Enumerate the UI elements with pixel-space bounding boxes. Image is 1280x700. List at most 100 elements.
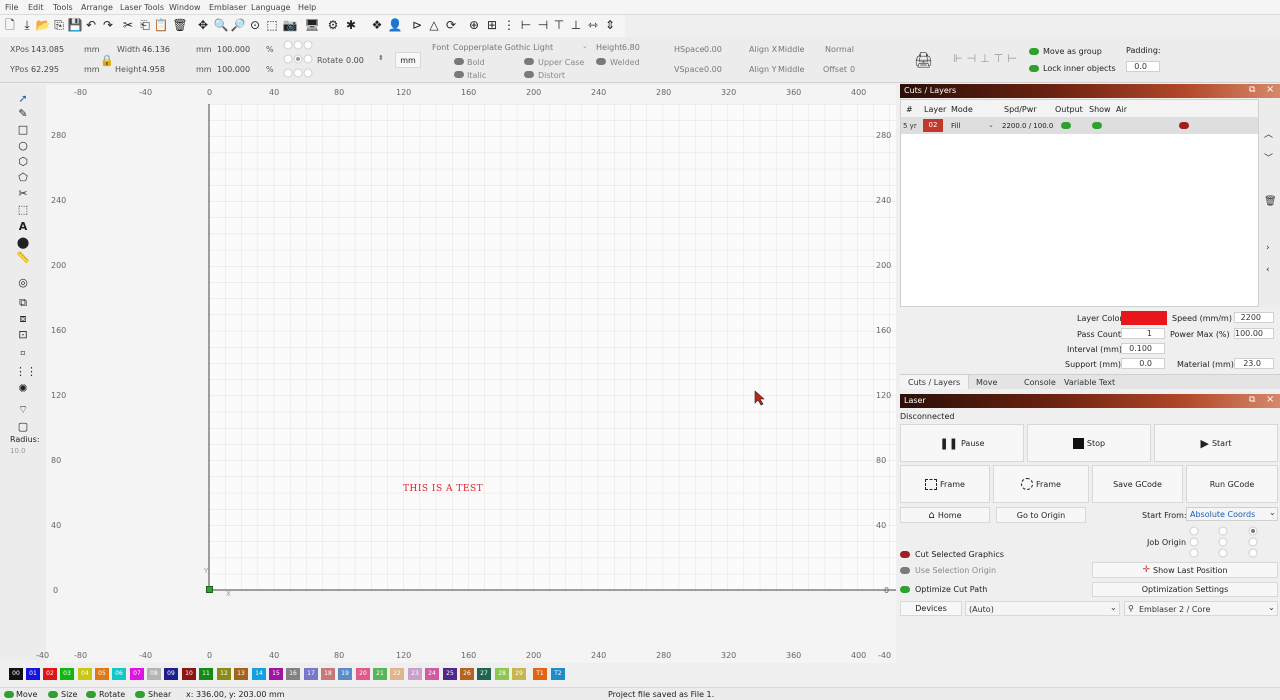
distribute-icon[interactable]: ⋮ xyxy=(501,17,517,33)
upper-case-toggle[interactable] xyxy=(524,58,534,65)
palette-swatch-13[interactable]: 13 xyxy=(234,668,248,680)
palette-swatch-08[interactable]: 08 xyxy=(147,668,161,680)
stop-button[interactable]: Stop xyxy=(1027,424,1151,462)
palette-swatch-18[interactable]: 18 xyxy=(321,668,335,680)
weld-icon[interactable]: ▫ xyxy=(15,346,31,360)
status-shear-toggle[interactable] xyxy=(135,691,145,698)
device-select[interactable]: ⚲ Emblaser 2 / Core ⌄ xyxy=(1124,601,1278,616)
table-row[interactable]: 5 yr 02 Fill ⌄ 2200.0 / 100.0 xyxy=(901,118,1258,134)
scale-width-field[interactable]: 100.000 xyxy=(217,45,250,54)
palette-swatch-15[interactable]: 15 xyxy=(269,668,283,680)
text-mode-select[interactable]: Normal xyxy=(825,45,854,54)
palette-swatch-28[interactable]: 28 xyxy=(495,668,509,680)
position-pin-icon[interactable]: ⬤ xyxy=(15,236,31,250)
interval-field[interactable]: 0.100 xyxy=(1121,343,1165,354)
float-icon[interactable]: ⧉ xyxy=(1249,85,1255,95)
canvas-text-object[interactable]: THIS IS A TEST xyxy=(403,484,483,494)
italic-toggle[interactable] xyxy=(454,71,464,78)
run-gcode-button[interactable]: Run GCode xyxy=(1186,465,1278,503)
offset-shape-icon[interactable]: ◎ xyxy=(15,276,31,290)
row-mode-chevron-down-icon[interactable]: ⌄ xyxy=(988,121,994,129)
xpos-field[interactable]: 143.085 xyxy=(31,45,64,54)
palette-swatch-06[interactable]: 06 xyxy=(112,668,126,680)
material-field[interactable]: 23.0 xyxy=(1234,358,1274,369)
measure-icon[interactable]: 📏 xyxy=(15,251,31,265)
laser-close-icon[interactable]: × xyxy=(1266,394,1274,405)
palette-swatch-00[interactable]: 00 xyxy=(9,668,23,680)
distort-toggle[interactable] xyxy=(524,71,534,78)
rectangle-icon[interactable]: □ xyxy=(15,123,31,137)
crop-icon[interactable]: ⬚ xyxy=(15,203,31,217)
row-mode-select[interactable]: Fill xyxy=(951,122,960,130)
menu-edit[interactable]: Edit xyxy=(28,3,44,12)
expand-right-icon[interactable]: › xyxy=(1266,243,1270,253)
camera-icon[interactable]: 📷 xyxy=(282,17,298,33)
palette-swatch-19[interactable]: 19 xyxy=(338,668,352,680)
palette-swatch-02[interactable]: 02 xyxy=(43,668,57,680)
palette-swatch-22[interactable]: 22 xyxy=(390,668,404,680)
save-icon[interactable]: 💾 xyxy=(67,17,83,33)
menu-file[interactable]: File xyxy=(5,3,18,12)
use-selection-origin-toggle[interactable] xyxy=(900,567,910,574)
redo-icon[interactable]: ↷ xyxy=(100,17,116,33)
palette-swatch-03[interactable]: 03 xyxy=(60,668,74,680)
frame-circle-button[interactable]: Frame xyxy=(993,465,1089,503)
rotate-icon[interactable]: ⟳ xyxy=(443,17,459,33)
align-left-icon[interactable]: ⊢ xyxy=(518,17,534,33)
start-from-select[interactable]: Absolute Coords ⌄ xyxy=(1186,507,1278,521)
optimize-cut-toggle[interactable] xyxy=(900,586,910,593)
ellipse-icon[interactable]: ○ xyxy=(15,139,31,153)
palette-swatch-16[interactable]: 16 xyxy=(286,668,300,680)
row-output-toggle[interactable] xyxy=(1061,122,1071,129)
palette-swatch-10[interactable]: 10 xyxy=(182,668,196,680)
palette-swatch-12[interactable]: 12 xyxy=(217,668,231,680)
scale-height-field[interactable]: 100.000 xyxy=(217,65,250,74)
boolean-union-icon[interactable]: ⧉ xyxy=(15,296,31,310)
settings-icon[interactable]: ⚙ xyxy=(325,17,341,33)
palette-swatch-t1[interactable]: T1 xyxy=(533,668,547,680)
delete-icon[interactable]: 🗑 xyxy=(172,17,188,33)
status-size-toggle[interactable] xyxy=(48,691,58,698)
same-height-icon[interactable]: ⇕ xyxy=(602,17,618,33)
offset-field[interactable]: 0 xyxy=(850,65,855,74)
devices-button[interactable]: Devices xyxy=(900,601,962,616)
close-icon[interactable]: × xyxy=(1266,84,1274,95)
alignment-tools-icon[interactable]: ⊩⊣⊥⊤⊢ xyxy=(953,52,1021,65)
corner-cut-icon[interactable]: ⌔ xyxy=(15,403,31,417)
alignx-select[interactable]: Middle xyxy=(778,45,804,54)
go-to-origin-button[interactable]: Go to Origin xyxy=(996,507,1086,523)
move-layer-down-icon[interactable]: ﹀ xyxy=(1264,151,1273,164)
laser-float-icon[interactable]: ⧉ xyxy=(1249,395,1255,405)
lock-inner-toggle[interactable] xyxy=(1029,65,1039,72)
cut-icon[interactable]: ✂ xyxy=(120,17,136,33)
palette-swatch-20[interactable]: 20 xyxy=(356,668,370,680)
font-chevron-down-icon[interactable]: ⌄ xyxy=(582,42,588,50)
home-button[interactable]: ⌂ Home xyxy=(900,507,990,523)
ypos-field[interactable]: 62.295 xyxy=(31,65,59,74)
palette-swatch-05[interactable]: 05 xyxy=(95,668,109,680)
device-port-select[interactable]: (Auto) ⌄ xyxy=(965,601,1120,616)
height-field[interactable]: 4.958 xyxy=(142,65,165,74)
expand-left-icon[interactable]: ‹ xyxy=(1266,265,1270,275)
group-icon[interactable]: ❖ xyxy=(369,17,385,33)
palette-swatch-07[interactable]: 07 xyxy=(130,668,144,680)
palette-swatch-23[interactable]: 23 xyxy=(408,668,422,680)
palette-swatch-11[interactable]: 11 xyxy=(199,668,213,680)
row-show-toggle[interactable] xyxy=(1092,122,1102,129)
palette-swatch-17[interactable]: 17 xyxy=(304,668,318,680)
import-icon[interactable]: ⤓ xyxy=(19,17,35,33)
tab-move[interactable]: Move xyxy=(976,378,997,387)
width-field[interactable]: 46.136 xyxy=(142,45,170,54)
palette-swatch-01[interactable]: 01 xyxy=(26,668,40,680)
unit-toggle-button[interactable]: mm xyxy=(395,52,421,68)
grid-array-icon[interactable]: ⋮⋮ xyxy=(15,365,37,379)
palette-swatch-t2[interactable]: T2 xyxy=(551,668,565,680)
move-as-group-toggle[interactable] xyxy=(1029,48,1039,55)
tab-console[interactable]: Console xyxy=(1024,378,1056,387)
delete-layer-icon[interactable]: 🗑 xyxy=(1264,196,1277,207)
menu-language[interactable]: Language xyxy=(251,3,290,12)
rotate-spin-icon[interactable]: ⬍ xyxy=(378,54,384,62)
menu-help[interactable]: Help xyxy=(298,3,316,12)
optimization-settings-button[interactable]: Optimization Settings xyxy=(1092,582,1278,597)
show-last-position-button[interactable]: ✛ Show Last Position xyxy=(1092,562,1278,578)
